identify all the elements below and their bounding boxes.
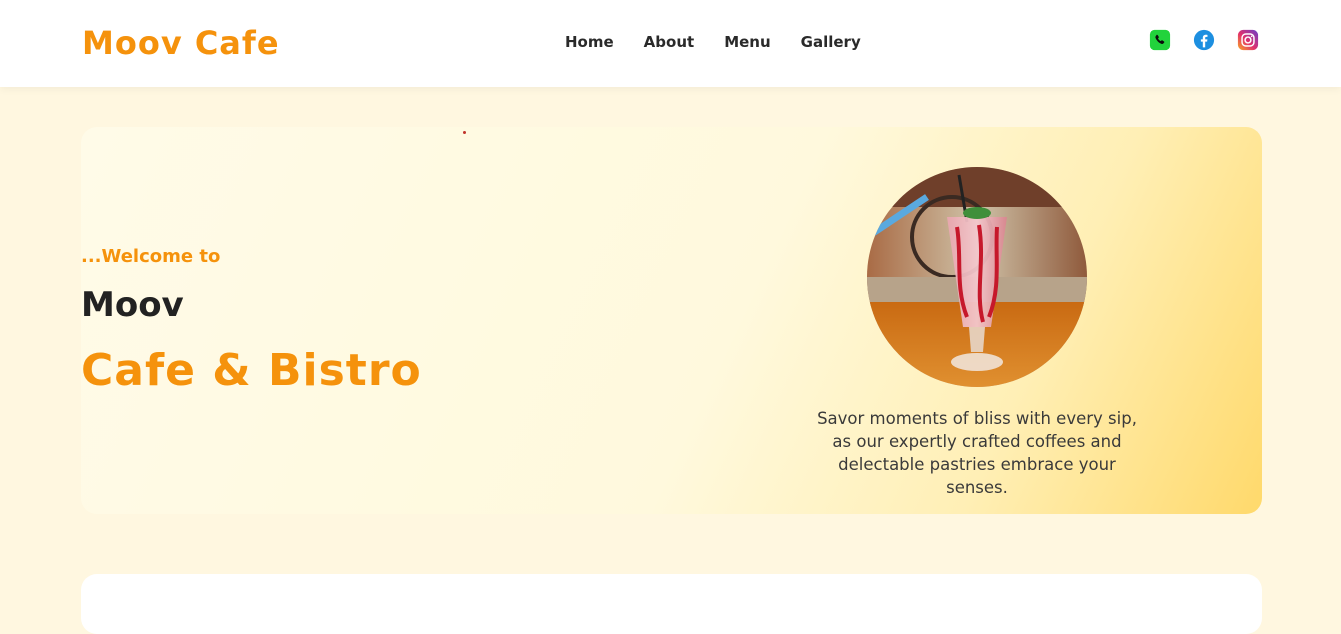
social-links	[1149, 29, 1281, 51]
site-header: Moov Cafe Home About Menu Gallery	[0, 0, 1341, 87]
nav-menu-link[interactable]: Menu	[724, 33, 770, 51]
whatsapp-icon[interactable]	[1149, 29, 1171, 51]
nav-home-link[interactable]: Home	[565, 33, 614, 51]
milkshake-photo	[867, 167, 1087, 387]
brand-logo[interactable]: Moov Cafe	[82, 24, 280, 62]
hero-tagline: Savor moments of bliss with every sip, a…	[817, 409, 1137, 497]
facebook-icon[interactable]	[1193, 29, 1215, 51]
nav-gallery-link[interactable]: Gallery	[801, 33, 861, 51]
hero-card: ...Welcome to Moov Cafe & Bistro Savor m…	[81, 127, 1262, 514]
nav-about-link[interactable]: About	[644, 33, 695, 51]
hero-subtitle: Cafe & Bistro	[81, 345, 422, 396]
main-nav: Home About Menu Gallery	[565, 33, 891, 51]
decorative-dot	[463, 131, 466, 134]
next-section-card	[81, 574, 1262, 634]
hero-title: Moov	[81, 285, 184, 325]
instagram-icon[interactable]	[1237, 29, 1259, 51]
hero-welcome: ...Welcome to	[81, 246, 221, 267]
